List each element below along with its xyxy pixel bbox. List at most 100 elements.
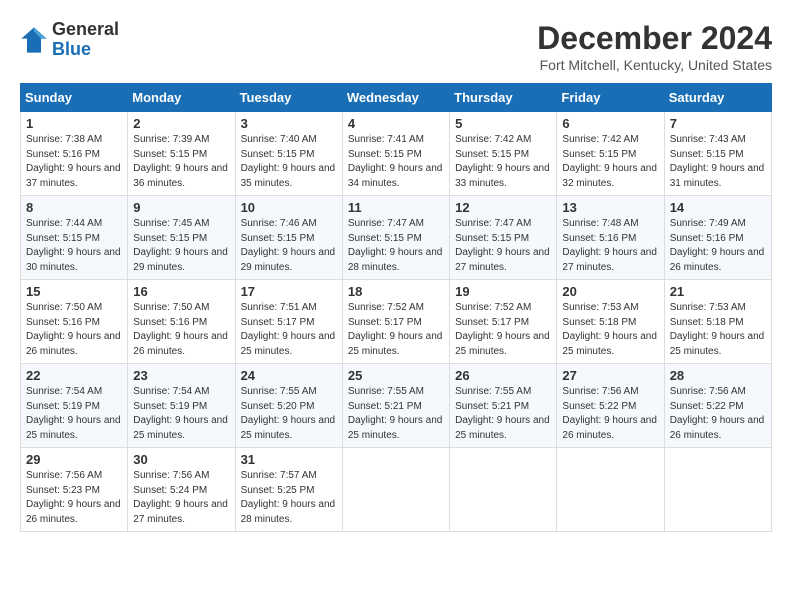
day-info: Sunrise: 7:56 AM Sunset: 5:23 PM Dayligh… bbox=[26, 469, 122, 527]
day-number: 1 bbox=[26, 116, 122, 131]
calendar-cell bbox=[557, 448, 664, 532]
calendar-week-row: 1 Sunrise: 7:38 AM Sunset: 5:16 PM Daylig… bbox=[21, 112, 772, 196]
calendar-cell bbox=[342, 448, 449, 532]
day-number: 17 bbox=[241, 284, 337, 299]
day-number: 21 bbox=[670, 284, 766, 299]
calendar-cell: 24 Sunrise: 7:55 AM Sunset: 5:20 PM Dayli… bbox=[235, 364, 342, 448]
day-number: 8 bbox=[26, 200, 122, 215]
logo-icon bbox=[20, 26, 48, 54]
day-number: 26 bbox=[455, 368, 551, 383]
calendar-cell: 4 Sunrise: 7:41 AM Sunset: 5:15 PM Daylig… bbox=[342, 112, 449, 196]
calendar-week-row: 29Sunrise: 7:56 AM Sunset: 5:23 PM Dayli… bbox=[21, 448, 772, 532]
day-info: Sunrise: 7:43 AM Sunset: 5:15 PM Dayligh… bbox=[670, 133, 766, 191]
day-info: Sunrise: 7:38 AM Sunset: 5:16 PM Dayligh… bbox=[26, 133, 122, 191]
day-number: 20 bbox=[562, 284, 658, 299]
day-info: Sunrise: 7:51 AM Sunset: 5:17 PM Dayligh… bbox=[241, 301, 337, 359]
logo: General Blue bbox=[20, 20, 119, 60]
day-info: Sunrise: 7:54 AM Sunset: 5:19 PM Dayligh… bbox=[26, 385, 122, 443]
column-header-thursday: Thursday bbox=[450, 84, 557, 112]
calendar-cell: 31 Sunrise: 7:57 AM Sunset: 5:25 PM Dayli… bbox=[235, 448, 342, 532]
day-number: 5 bbox=[455, 116, 551, 131]
calendar-table: SundayMondayTuesdayWednesdayThursdayFrid… bbox=[20, 83, 772, 532]
calendar-cell: 14 Sunrise: 7:49 AM Sunset: 5:16 PM Dayli… bbox=[664, 196, 771, 280]
page-header: General Blue December 2024 Fort Mitchell… bbox=[20, 20, 772, 73]
day-info: Sunrise: 7:55 AM Sunset: 5:21 PM Dayligh… bbox=[348, 385, 444, 443]
day-number: 6 bbox=[562, 116, 658, 131]
day-info: Sunrise: 7:47 AM Sunset: 5:15 PM Dayligh… bbox=[348, 217, 444, 275]
column-header-tuesday: Tuesday bbox=[235, 84, 342, 112]
day-number: 3 bbox=[241, 116, 337, 131]
calendar-cell: 3 Sunrise: 7:40 AM Sunset: 5:15 PM Daylig… bbox=[235, 112, 342, 196]
calendar-cell: 11Sunrise: 7:47 AM Sunset: 5:15 PM Dayli… bbox=[342, 196, 449, 280]
calendar-cell: 18 Sunrise: 7:52 AM Sunset: 5:17 PM Dayli… bbox=[342, 280, 449, 364]
day-number: 31 bbox=[241, 452, 337, 467]
day-number: 15 bbox=[26, 284, 122, 299]
day-number: 13 bbox=[562, 200, 658, 215]
day-info: Sunrise: 7:56 AM Sunset: 5:24 PM Dayligh… bbox=[133, 469, 229, 527]
day-info: Sunrise: 7:52 AM Sunset: 5:17 PM Dayligh… bbox=[455, 301, 551, 359]
day-info: Sunrise: 7:53 AM Sunset: 5:18 PM Dayligh… bbox=[562, 301, 658, 359]
calendar-cell: 17 Sunrise: 7:51 AM Sunset: 5:17 PM Dayli… bbox=[235, 280, 342, 364]
day-info: Sunrise: 7:52 AM Sunset: 5:17 PM Dayligh… bbox=[348, 301, 444, 359]
day-info: Sunrise: 7:56 AM Sunset: 5:22 PM Dayligh… bbox=[562, 385, 658, 443]
day-number: 23 bbox=[133, 368, 229, 383]
calendar-header-row: SundayMondayTuesdayWednesdayThursdayFrid… bbox=[21, 84, 772, 112]
day-number: 27 bbox=[562, 368, 658, 383]
calendar-week-row: 15Sunrise: 7:50 AM Sunset: 5:16 PM Dayli… bbox=[21, 280, 772, 364]
day-info: Sunrise: 7:57 AM Sunset: 5:25 PM Dayligh… bbox=[241, 469, 337, 527]
day-number: 4 bbox=[348, 116, 444, 131]
day-number: 14 bbox=[670, 200, 766, 215]
calendar-cell: 29Sunrise: 7:56 AM Sunset: 5:23 PM Dayli… bbox=[21, 448, 128, 532]
calendar-cell bbox=[664, 448, 771, 532]
month-title: December 2024 bbox=[537, 20, 772, 57]
day-info: Sunrise: 7:56 AM Sunset: 5:22 PM Dayligh… bbox=[670, 385, 766, 443]
calendar-cell: 25Sunrise: 7:55 AM Sunset: 5:21 PM Dayli… bbox=[342, 364, 449, 448]
day-info: Sunrise: 7:55 AM Sunset: 5:20 PM Dayligh… bbox=[241, 385, 337, 443]
day-number: 12 bbox=[455, 200, 551, 215]
day-info: Sunrise: 7:48 AM Sunset: 5:16 PM Dayligh… bbox=[562, 217, 658, 275]
calendar-cell: 1 Sunrise: 7:38 AM Sunset: 5:16 PM Daylig… bbox=[21, 112, 128, 196]
day-number: 22 bbox=[26, 368, 122, 383]
day-number: 9 bbox=[133, 200, 229, 215]
day-info: Sunrise: 7:46 AM Sunset: 5:15 PM Dayligh… bbox=[241, 217, 337, 275]
calendar-cell: 28 Sunrise: 7:56 AM Sunset: 5:22 PM Dayli… bbox=[664, 364, 771, 448]
calendar-cell: 30 Sunrise: 7:56 AM Sunset: 5:24 PM Dayli… bbox=[128, 448, 235, 532]
calendar-cell: 10Sunrise: 7:46 AM Sunset: 5:15 PM Dayli… bbox=[235, 196, 342, 280]
day-info: Sunrise: 7:55 AM Sunset: 5:21 PM Dayligh… bbox=[455, 385, 551, 443]
day-info: Sunrise: 7:39 AM Sunset: 5:15 PM Dayligh… bbox=[133, 133, 229, 191]
day-number: 18 bbox=[348, 284, 444, 299]
day-info: Sunrise: 7:42 AM Sunset: 5:15 PM Dayligh… bbox=[455, 133, 551, 191]
calendar-cell: 15Sunrise: 7:50 AM Sunset: 5:16 PM Dayli… bbox=[21, 280, 128, 364]
day-info: Sunrise: 7:47 AM Sunset: 5:15 PM Dayligh… bbox=[455, 217, 551, 275]
calendar-cell: 12 Sunrise: 7:47 AM Sunset: 5:15 PM Dayli… bbox=[450, 196, 557, 280]
calendar-cell: 19 Sunrise: 7:52 AM Sunset: 5:17 PM Dayli… bbox=[450, 280, 557, 364]
calendar-cell: 13 Sunrise: 7:48 AM Sunset: 5:16 PM Dayli… bbox=[557, 196, 664, 280]
calendar-cell: 2 Sunrise: 7:39 AM Sunset: 5:15 PM Daylig… bbox=[128, 112, 235, 196]
column-header-saturday: Saturday bbox=[664, 84, 771, 112]
day-number: 2 bbox=[133, 116, 229, 131]
calendar-cell bbox=[450, 448, 557, 532]
day-number: 30 bbox=[133, 452, 229, 467]
column-header-wednesday: Wednesday bbox=[342, 84, 449, 112]
title-block: December 2024 Fort Mitchell, Kentucky, U… bbox=[537, 20, 772, 73]
day-info: Sunrise: 7:45 AM Sunset: 5:15 PM Dayligh… bbox=[133, 217, 229, 275]
calendar-week-row: 22 Sunrise: 7:54 AM Sunset: 5:19 PM Dayli… bbox=[21, 364, 772, 448]
calendar-cell: 16Sunrise: 7:50 AM Sunset: 5:16 PM Dayli… bbox=[128, 280, 235, 364]
day-info: Sunrise: 7:41 AM Sunset: 5:15 PM Dayligh… bbox=[348, 133, 444, 191]
day-info: Sunrise: 7:54 AM Sunset: 5:19 PM Dayligh… bbox=[133, 385, 229, 443]
calendar-cell: 20 Sunrise: 7:53 AM Sunset: 5:18 PM Dayli… bbox=[557, 280, 664, 364]
day-info: Sunrise: 7:42 AM Sunset: 5:15 PM Dayligh… bbox=[562, 133, 658, 191]
calendar-cell: 27 Sunrise: 7:56 AM Sunset: 5:22 PM Dayli… bbox=[557, 364, 664, 448]
calendar-week-row: 8Sunrise: 7:44 AM Sunset: 5:15 PM Daylig… bbox=[21, 196, 772, 280]
column-header-sunday: Sunday bbox=[21, 84, 128, 112]
day-info: Sunrise: 7:40 AM Sunset: 5:15 PM Dayligh… bbox=[241, 133, 337, 191]
day-number: 7 bbox=[670, 116, 766, 131]
calendar-cell: 23 Sunrise: 7:54 AM Sunset: 5:19 PM Dayli… bbox=[128, 364, 235, 448]
column-header-monday: Monday bbox=[128, 84, 235, 112]
day-number: 19 bbox=[455, 284, 551, 299]
day-number: 28 bbox=[670, 368, 766, 383]
calendar-cell: 22 Sunrise: 7:54 AM Sunset: 5:19 PM Dayli… bbox=[21, 364, 128, 448]
day-number: 24 bbox=[241, 368, 337, 383]
calendar-cell: 8Sunrise: 7:44 AM Sunset: 5:15 PM Daylig… bbox=[21, 196, 128, 280]
day-info: Sunrise: 7:49 AM Sunset: 5:16 PM Dayligh… bbox=[670, 217, 766, 275]
